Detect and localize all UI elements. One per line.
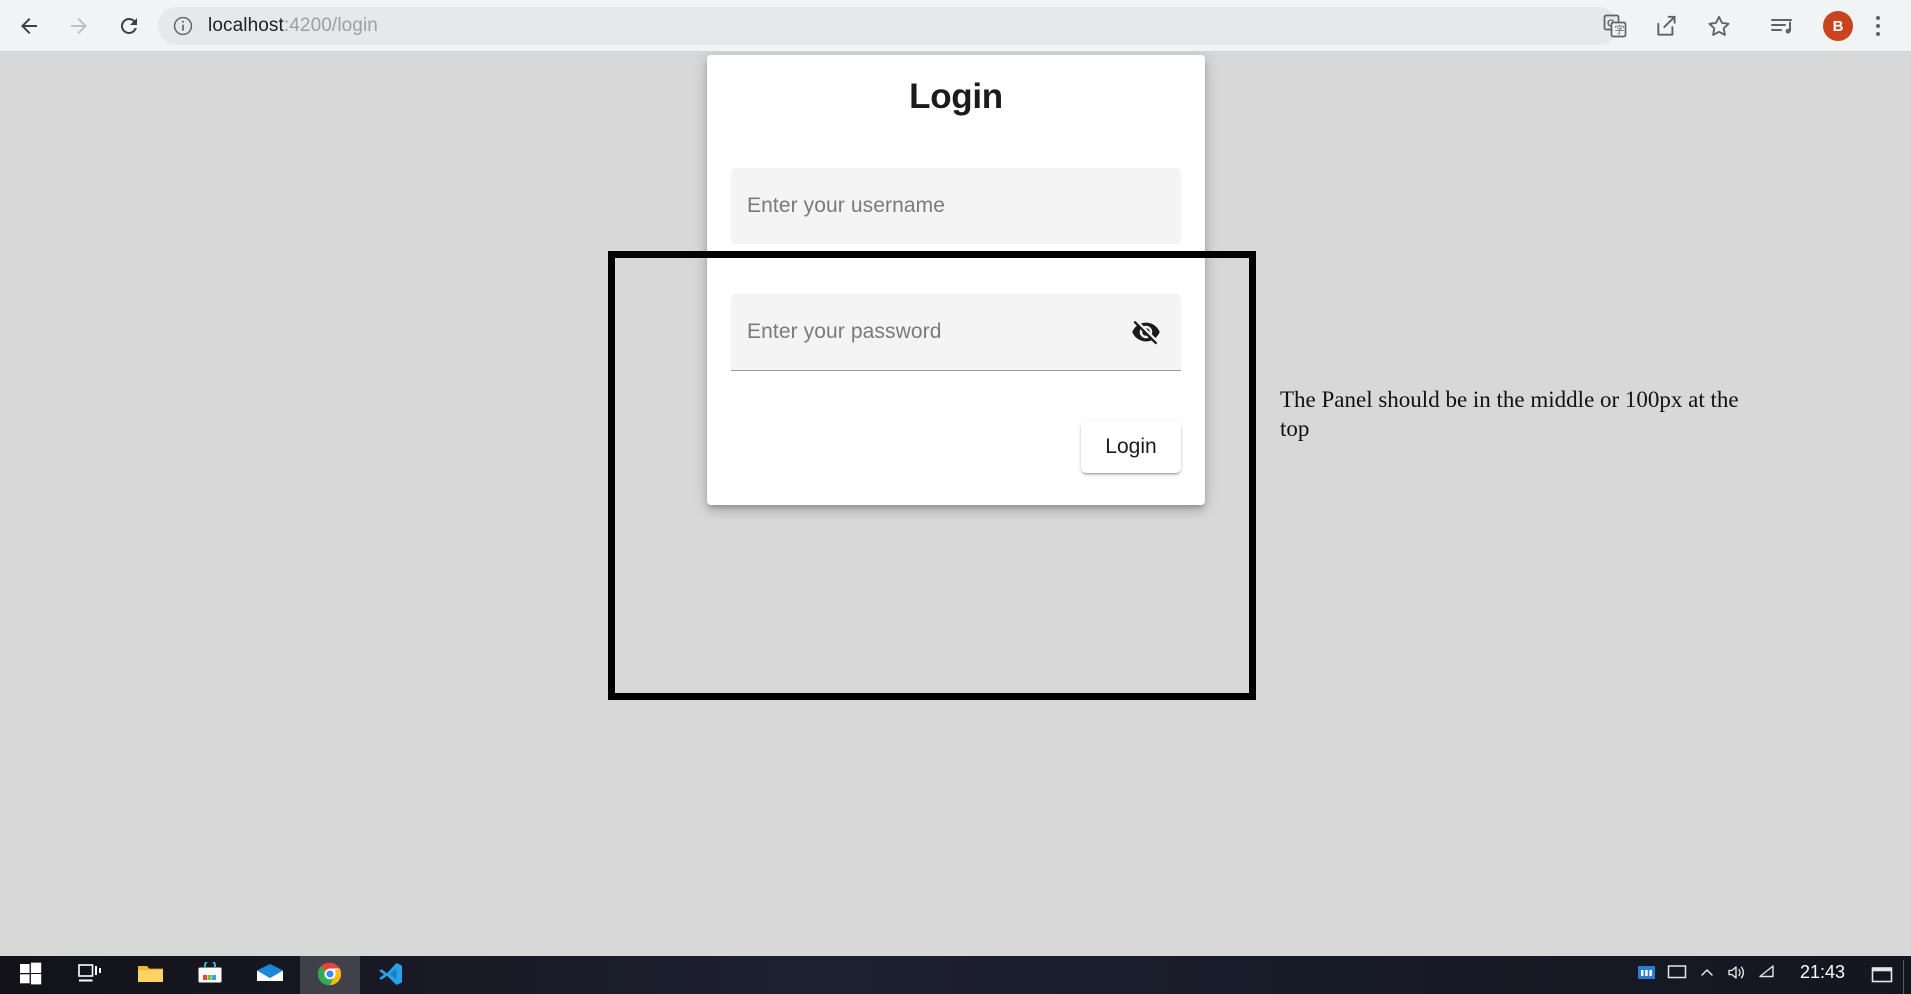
system-tray: 21:43 <box>1632 956 1911 994</box>
svg-text:字: 字 <box>1615 24 1625 37</box>
url-text: localhost:4200/login <box>208 15 378 37</box>
share-glyph-icon <box>1657 15 1676 36</box>
screen: localhost:4200/login G 字 <box>0 0 1911 994</box>
menu-dot <box>1876 16 1880 20</box>
arrow-right-icon <box>71 18 87 34</box>
profile-avatar[interactable]: B <box>1823 11 1853 41</box>
volume-icon <box>1728 966 1745 979</box>
tray-monitor-icon[interactable] <box>1662 960 1692 994</box>
taskbar-clock[interactable]: 21:43 <box>1782 960 1861 983</box>
back-button[interactable] <box>8 5 50 47</box>
password-underline <box>731 370 1181 371</box>
username-input[interactable]: Enter your username <box>731 168 1181 244</box>
login-button[interactable]: Login <box>1081 421 1181 473</box>
eye-off-glyph-icon <box>1132 320 1160 345</box>
chrome-logo-icon <box>318 962 342 986</box>
vscode-button[interactable] <box>360 956 420 994</box>
translate-icon[interactable]: G 字 <box>1595 6 1635 46</box>
star-glyph-icon <box>1708 15 1730 36</box>
annotation-note: The Panel should be in the middle or 100… <box>1280 387 1739 442</box>
vscode-logo-icon <box>378 963 402 985</box>
microsoft-store-button[interactable] <box>180 956 240 994</box>
chrome-menu-icon[interactable] <box>1863 6 1893 46</box>
forward-button[interactable] <box>58 5 100 47</box>
action-center-icon[interactable] <box>1861 960 1903 994</box>
address-bar[interactable]: localhost:4200/login <box>158 7 1618 45</box>
folder-icon <box>137 966 163 982</box>
arrow-left-icon <box>21 18 37 34</box>
tray-app-icon[interactable] <box>1632 960 1662 994</box>
url-path: :4200/login <box>283 15 378 36</box>
taskbar: 21:43 <box>0 956 1911 994</box>
task-view-icon <box>77 964 101 982</box>
share-icon[interactable] <box>1647 6 1687 46</box>
login-actions: Login <box>1081 421 1181 473</box>
username-field[interactable]: Enter your username <box>731 168 1181 245</box>
chevron-up-icon <box>1701 969 1713 976</box>
tray-network-icon[interactable] <box>1752 960 1782 994</box>
tray-chevron-icon[interactable] <box>1692 960 1722 994</box>
windows-logo-icon <box>19 962 41 985</box>
reload-button[interactable] <box>108 5 150 47</box>
media-controls-icon[interactable] <box>1763 6 1803 46</box>
show-desktop-button[interactable] <box>1903 960 1911 994</box>
bookmark-star-icon[interactable] <box>1699 6 1739 46</box>
network-icon <box>1759 965 1775 978</box>
site-info-icon[interactable] <box>172 15 194 37</box>
toolbar-actions: G 字 <box>1589 0 1901 52</box>
page-title: Login <box>909 77 1003 116</box>
login-card: Login Enter your username Enter your pas… <box>707 55 1205 505</box>
notification-icon <box>1871 967 1893 983</box>
url-host: localhost <box>208 15 284 36</box>
visibility-off-icon[interactable] <box>1129 315 1163 349</box>
mail-button[interactable] <box>240 956 300 994</box>
tray-volume-icon[interactable] <box>1722 960 1752 994</box>
browser-toolbar: localhost:4200/login G 字 <box>0 0 1911 52</box>
monitor-icon <box>1667 965 1687 979</box>
reload-icon <box>120 17 137 34</box>
username-placeholder: Enter your username <box>747 194 945 217</box>
file-explorer-button[interactable] <box>120 956 180 994</box>
page-viewport: Login Enter your username Enter your pas… <box>0 52 1911 956</box>
menu-dot <box>1876 24 1880 28</box>
password-input[interactable]: Enter your password <box>731 294 1181 370</box>
mail-envelope-icon <box>257 964 283 981</box>
task-view-button[interactable] <box>60 956 120 994</box>
start-button[interactable] <box>0 956 60 994</box>
store-bag-icon <box>198 962 222 983</box>
translate-glyph-icon: G 字 <box>1603 14 1627 38</box>
chrome-button[interactable] <box>300 956 360 994</box>
password-field[interactable]: Enter your password <box>731 294 1181 371</box>
menu-dot <box>1876 32 1880 36</box>
username-underline <box>731 244 1181 245</box>
media-glyph-icon <box>1771 19 1792 34</box>
blue-app-icon <box>1638 966 1656 979</box>
password-placeholder: Enter your password <box>747 320 942 343</box>
